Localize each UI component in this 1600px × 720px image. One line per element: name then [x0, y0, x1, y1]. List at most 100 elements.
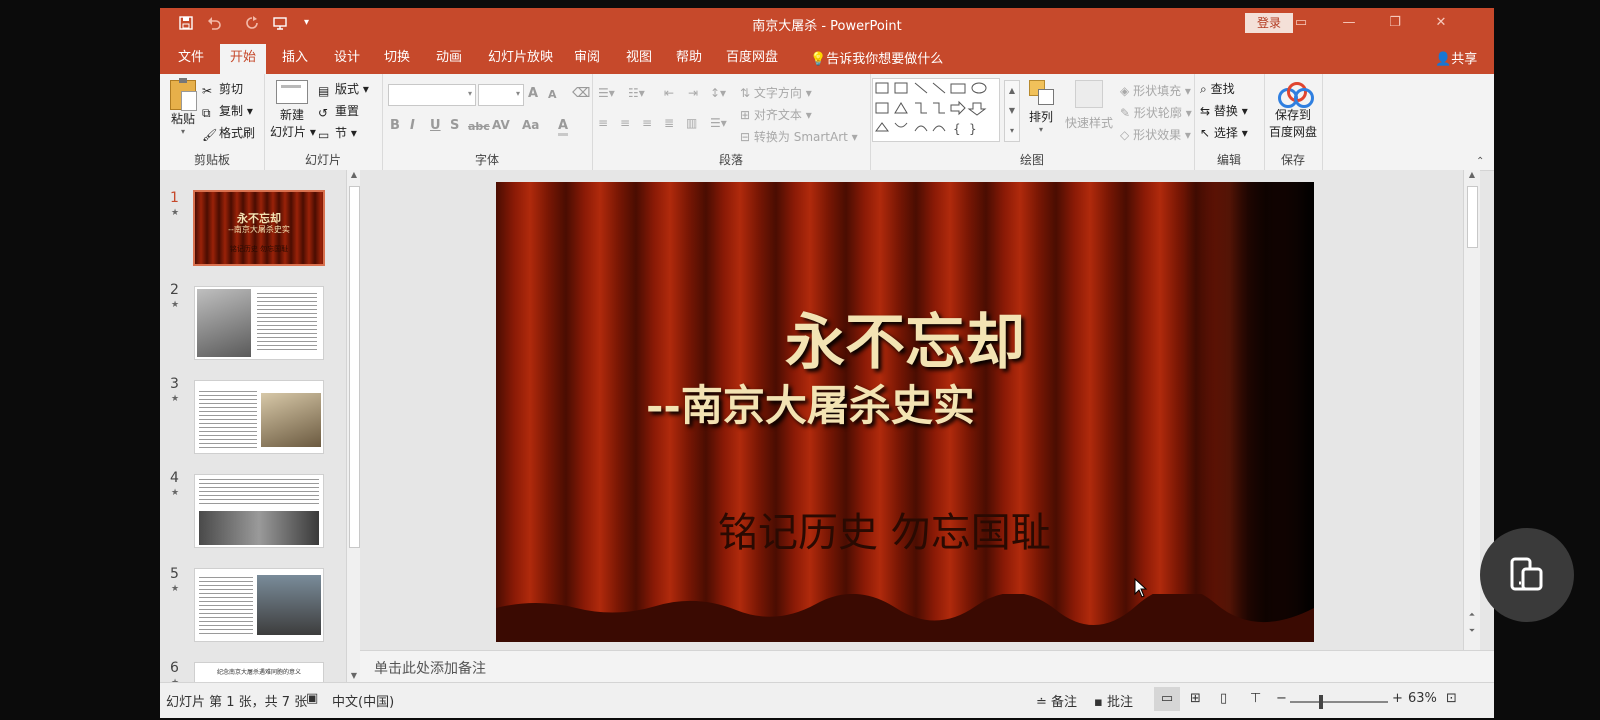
slide-scrollbar[interactable]: ▲ ⏶ ⏷ [1463, 170, 1480, 650]
tab-transitions[interactable]: 切换 [374, 44, 420, 74]
redo-icon[interactable] [244, 15, 260, 31]
scroll-down-icon[interactable]: ▼ [347, 671, 360, 680]
zoom-slider[interactable] [1290, 695, 1388, 709]
shape-outline-button[interactable]: ✎ 形状轮廓 ▾ [1120, 104, 1192, 121]
ribbon-display-icon[interactable]: ▭ [1288, 12, 1314, 34]
tab-view[interactable]: 视图 [616, 44, 662, 74]
tab-help[interactable]: 帮助 [666, 44, 712, 74]
clear-format-icon[interactable]: ⌫ [572, 86, 590, 101]
spell-check-icon[interactable]: ▣ [306, 691, 318, 706]
shapes-gallery[interactable]: {} [872, 78, 1000, 142]
align-left-icon[interactable]: ≡ [598, 116, 608, 130]
slide-thumbnail[interactable] [194, 286, 324, 360]
close-icon[interactable]: ✕ [1428, 12, 1454, 34]
align-center-icon[interactable]: ≡ [620, 116, 630, 130]
slide-sorter-icon[interactable]: ⊞ [1190, 691, 1201, 706]
shrink-font-button[interactable]: A [548, 88, 557, 101]
align-distribute-icon[interactable]: ☰▾ [710, 116, 727, 130]
strikethrough-button[interactable]: abc [468, 120, 490, 133]
tab-file[interactable]: 文件 [168, 44, 214, 74]
arrange-button[interactable]: 排列 ▾ [1026, 80, 1056, 134]
slide-thumbnail[interactable]: 纪念南京大屠杀遇难同胞的意义 [194, 662, 324, 682]
increase-indent-icon[interactable]: ⇥ [688, 86, 698, 100]
quick-styles-button[interactable]: 快速样式 [1062, 80, 1116, 131]
align-text-button[interactable]: ⊞ 对齐文本 ▾ [740, 106, 812, 123]
scroll-up-icon[interactable]: ▲ [347, 170, 360, 179]
justify-icon[interactable]: ≣ [664, 116, 674, 130]
tab-baidu-netdisk[interactable]: 百度网盘 [716, 44, 788, 74]
reading-view-icon[interactable]: ▯ [1220, 691, 1227, 706]
slide-thumbnail[interactable] [194, 474, 324, 548]
slide-motto[interactable]: 铭记历史 勿忘国耻 [718, 500, 1051, 558]
zoom-slider-thumb[interactable] [1318, 695, 1323, 709]
format-painter-button[interactable]: 🖌 格式刷 [202, 124, 255, 142]
font-color-button[interactable]: A [558, 118, 569, 136]
tab-animations[interactable]: 动画 [426, 44, 472, 74]
new-slide-button[interactable]: 新建 幻灯片 ▾ [270, 80, 316, 140]
shapes-gallery-scroll[interactable]: ▲ ▼ ▾ [1004, 80, 1020, 142]
line-spacing-icon[interactable]: ↕▾ [710, 86, 726, 100]
convert-smartart-button[interactable]: ⊟ 转换为 SmartArt ▾ [740, 128, 858, 145]
undo-icon[interactable] [206, 15, 222, 31]
copy-button[interactable]: ⧉ 复制 ▾ [202, 102, 253, 120]
slide-subtitle[interactable]: --南京大屠杀史实 [646, 372, 975, 433]
replace-button[interactable]: ⇆ 替换 ▾ [1200, 102, 1248, 119]
thumbnail-scrollbar[interactable]: ▲ ▼ [346, 170, 360, 682]
normal-view-icon[interactable]: ▭ [1154, 687, 1180, 711]
section-button[interactable]: ▭ 节 ▾ [318, 124, 357, 142]
scroll-thumb[interactable] [349, 186, 360, 548]
find-button[interactable]: ⌕ 查找 [1200, 80, 1235, 97]
reset-button[interactable]: ↺ 重置 [318, 102, 359, 120]
maximize-icon[interactable]: ❐ [1382, 12, 1408, 34]
grow-font-button[interactable]: A [528, 86, 538, 101]
share-button[interactable]: 👤共享 [1435, 48, 1477, 67]
next-slide-icon[interactable]: ⏷ [1464, 626, 1480, 636]
previous-slide-icon[interactable]: ⏶ [1464, 610, 1480, 620]
font-family-combo[interactable]: ▾ [388, 84, 476, 106]
paste-button[interactable]: 粘贴 ▾ [168, 78, 198, 136]
shape-effects-button[interactable]: ◇ 形状效果 ▾ [1120, 126, 1191, 143]
decrease-indent-icon[interactable]: ⇤ [664, 86, 674, 100]
current-slide[interactable]: 永不忘却 --南京大屠杀史实 铭记历史 勿忘国耻 [496, 182, 1314, 642]
zoom-in-icon[interactable]: + [1392, 691, 1403, 706]
save-to-baidu-button[interactable]: 保存到 百度网盘 [1264, 82, 1322, 140]
slideshow-start-icon[interactable] [272, 15, 288, 31]
columns-icon[interactable]: ▥ [686, 116, 697, 130]
char-spacing-button[interactable]: AV [492, 118, 510, 132]
tab-design[interactable]: 设计 [324, 44, 370, 74]
tab-review[interactable]: 审阅 [564, 44, 610, 74]
italic-button[interactable]: I [410, 118, 415, 133]
language-indicator[interactable]: 中文(中国) [332, 691, 394, 710]
minimize-icon[interactable]: — [1336, 12, 1362, 34]
slide-thumbnail[interactable] [194, 380, 324, 454]
tab-slideshow[interactable]: 幻灯片放映 [478, 44, 563, 74]
scroll-up-icon[interactable]: ▲ [1464, 170, 1480, 179]
slide-thumbnail[interactable] [194, 568, 324, 642]
notes-toggle[interactable]: ≐ 备注 [1036, 691, 1077, 710]
tab-insert[interactable]: 插入 [272, 44, 318, 74]
slideshow-view-icon[interactable]: ⊤ [1250, 691, 1261, 706]
slide-thumbnail[interactable]: 永不忘却 --南京大屠杀史实 铭记历史 勿忘国耻 [193, 190, 325, 266]
cut-button[interactable]: ✂ 剪切 [202, 80, 243, 98]
notes-placeholder[interactable]: 单击此处添加备注 [374, 658, 486, 678]
text-shadow-button[interactable]: S [450, 118, 459, 133]
tab-home[interactable]: 开始 [220, 44, 267, 74]
scroll-thumb[interactable] [1467, 186, 1478, 248]
login-button[interactable]: 登录 [1245, 13, 1293, 33]
bullets-icon[interactable]: ☰▾ [598, 86, 615, 100]
change-case-button[interactable]: Aa [522, 118, 539, 132]
fit-to-window-icon[interactable]: ⊡ [1446, 691, 1457, 706]
layout-button[interactable]: ▤ 版式 ▾ [318, 80, 369, 98]
floating-phone-button[interactable] [1480, 528, 1574, 622]
slide-title[interactable]: 永不忘却 [496, 294, 1314, 381]
comments-toggle[interactable]: ▪ 批注 [1094, 691, 1133, 710]
customize-qat-icon[interactable]: ▾ [304, 15, 320, 31]
zoom-out-icon[interactable]: − [1276, 691, 1287, 706]
shape-fill-button[interactable]: ◈ 形状填充 ▾ [1120, 82, 1191, 99]
bold-button[interactable]: B [390, 118, 400, 133]
underline-button[interactable]: U [430, 118, 441, 133]
notes-pane[interactable]: 单击此处添加备注 [360, 650, 1494, 683]
select-button[interactable]: ↖ 选择 ▾ [1200, 124, 1248, 141]
tell-me-search[interactable]: 💡告诉我你想要做什么 [810, 48, 943, 67]
numbering-icon[interactable]: ☷▾ [628, 86, 645, 100]
